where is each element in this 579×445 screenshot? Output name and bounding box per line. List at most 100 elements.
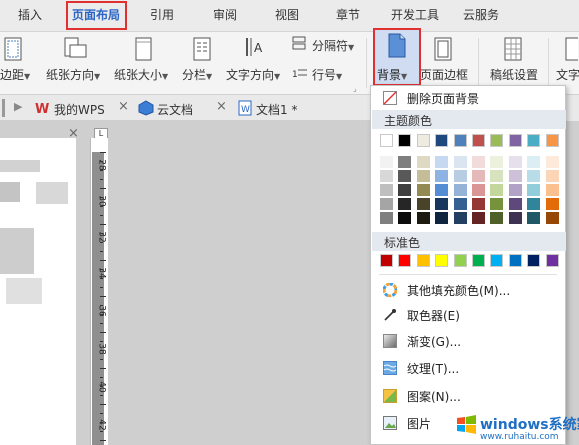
theme-color-swatch[interactable]: [545, 134, 559, 147]
more-fill-colors-item[interactable]: 其他填充颜色(M)...: [371, 278, 565, 302]
standard-color-swatch[interactable]: [545, 254, 559, 267]
theme-shade-swatch[interactable]: [490, 156, 504, 168]
theme-color-swatch[interactable]: [453, 134, 467, 147]
theme-shade-swatch[interactable]: [527, 170, 541, 182]
theme-shade-swatch[interactable]: [380, 198, 393, 210]
theme-shade-swatch[interactable]: [435, 212, 449, 224]
theme-shade-swatch[interactable]: [453, 170, 467, 182]
eyedropper-item[interactable]: 取色器(E): [371, 303, 565, 327]
standard-color-swatch[interactable]: [453, 254, 467, 267]
standard-color-swatch[interactable]: [416, 254, 430, 267]
standard-color-swatch[interactable]: [472, 254, 485, 267]
standard-color-swatch[interactable]: [527, 254, 541, 267]
theme-shade-swatch[interactable]: [416, 184, 430, 196]
pattern-item[interactable]: 图案(N)...: [371, 384, 565, 408]
theme-shade-swatch[interactable]: [453, 212, 467, 224]
theme-color-swatch[interactable]: [508, 134, 522, 147]
theme-shade-swatch[interactable]: [472, 184, 485, 196]
theme-shade-swatch[interactable]: [545, 170, 559, 182]
manuscript-settings-button[interactable]: 稿纸设置: [490, 66, 538, 83]
theme-shade-swatch[interactable]: [398, 170, 412, 182]
tab-cloud-service[interactable]: 云服务: [463, 6, 499, 23]
standard-color-swatch[interactable]: [398, 254, 412, 267]
theme-color-swatch[interactable]: [472, 134, 485, 147]
theme-shade-swatch[interactable]: [472, 156, 485, 168]
theme-shade-swatch[interactable]: [398, 156, 412, 168]
standard-color-swatch[interactable]: [435, 254, 449, 267]
theme-shade-swatch[interactable]: [545, 212, 559, 224]
theme-shade-swatch[interactable]: [435, 198, 449, 210]
theme-shade-swatch[interactable]: [508, 156, 522, 168]
theme-color-swatch[interactable]: [416, 134, 430, 147]
tab-developer-tools[interactable]: 开发工具: [391, 6, 439, 23]
theme-shade-swatch[interactable]: [527, 212, 541, 224]
theme-shade-swatch[interactable]: [398, 198, 412, 210]
theme-color-swatch[interactable]: [380, 134, 393, 147]
theme-shade-swatch[interactable]: [527, 156, 541, 168]
tab-section[interactable]: 章节: [336, 6, 360, 23]
theme-shade-swatch[interactable]: [508, 212, 522, 224]
theme-shade-swatch[interactable]: [545, 156, 559, 168]
columns-button[interactable]: 分栏▼: [182, 66, 212, 83]
theme-shade-swatch[interactable]: [416, 198, 430, 210]
theme-shade-swatch[interactable]: [398, 212, 412, 224]
theme-shade-swatch[interactable]: [472, 212, 485, 224]
theme-shade-swatch[interactable]: [490, 212, 504, 224]
theme-shade-swatch[interactable]: [435, 184, 449, 196]
close-icon[interactable]: ×: [216, 99, 227, 114]
theme-shade-swatch[interactable]: [490, 198, 504, 210]
theme-shade-swatch[interactable]: [380, 184, 393, 196]
tab-references[interactable]: 引用: [150, 6, 174, 23]
theme-shade-swatch[interactable]: [398, 184, 412, 196]
theme-shade-swatch[interactable]: [545, 198, 559, 210]
theme-shade-swatch[interactable]: [508, 198, 522, 210]
doc-tab-cloud-docs[interactable]: 云文档: [157, 101, 193, 118]
tab-scroll-left-icon[interactable]: ▶: [14, 100, 22, 113]
theme-shade-swatch[interactable]: [527, 184, 541, 196]
theme-shade-swatch[interactable]: [453, 156, 467, 168]
gradient-item[interactable]: 渐变(G)...: [371, 329, 565, 353]
orientation-button[interactable]: 纸张方向▼: [46, 66, 100, 83]
tab-review[interactable]: 审阅: [213, 6, 237, 23]
page-border-button[interactable]: 页面边框: [420, 66, 468, 83]
standard-color-swatch[interactable]: [490, 254, 504, 267]
theme-shade-swatch[interactable]: [416, 156, 430, 168]
theme-shade-swatch[interactable]: [435, 156, 449, 168]
doc-tab-document1[interactable]: 文档1 *: [256, 101, 297, 118]
standard-color-swatch[interactable]: [508, 254, 522, 267]
theme-shade-swatch[interactable]: [453, 184, 467, 196]
theme-shade-swatch[interactable]: [472, 170, 485, 182]
text-cut-button[interactable]: 文字: [556, 66, 579, 83]
doc-tab-my-wps[interactable]: 我的WPS: [54, 101, 105, 118]
theme-shade-swatch[interactable]: [435, 170, 449, 182]
theme-color-swatch[interactable]: [527, 134, 541, 147]
tab-view[interactable]: 视图: [275, 6, 299, 23]
text-direction-button[interactable]: 文字方向▼: [226, 66, 280, 83]
theme-shade-swatch[interactable]: [527, 198, 541, 210]
theme-shade-swatch[interactable]: [545, 184, 559, 196]
theme-shade-swatch[interactable]: [380, 156, 393, 168]
theme-shade-swatch[interactable]: [508, 170, 522, 182]
tab-insert[interactable]: 插入: [18, 6, 42, 23]
separator-button[interactable]: 分隔符▼: [312, 37, 354, 54]
theme-shade-swatch[interactable]: [380, 170, 393, 182]
theme-shade-swatch[interactable]: [416, 170, 430, 182]
margins-button[interactable]: 边距▼: [0, 66, 30, 83]
theme-color-swatch[interactable]: [490, 134, 504, 147]
close-icon[interactable]: ×: [118, 99, 129, 114]
theme-color-swatch[interactable]: [398, 134, 412, 147]
theme-shade-swatch[interactable]: [380, 212, 393, 224]
theme-shade-swatch[interactable]: [490, 184, 504, 196]
theme-shade-swatch[interactable]: [453, 198, 467, 210]
theme-shade-swatch[interactable]: [490, 170, 504, 182]
dialog-launcher-icon[interactable]: ⌟: [353, 84, 357, 93]
theme-color-swatch[interactable]: [435, 134, 449, 147]
remove-page-background-item[interactable]: 删除页面背景: [371, 86, 565, 110]
background-button[interactable]: 背景▼: [373, 28, 421, 86]
theme-shade-swatch[interactable]: [416, 212, 430, 224]
texture-item[interactable]: 纹理(T)...: [371, 356, 565, 380]
theme-shade-swatch[interactable]: [508, 184, 522, 196]
standard-color-swatch[interactable]: [380, 254, 393, 267]
theme-shade-swatch[interactable]: [472, 198, 485, 210]
paper-size-button[interactable]: 纸张大小▼: [114, 66, 168, 83]
